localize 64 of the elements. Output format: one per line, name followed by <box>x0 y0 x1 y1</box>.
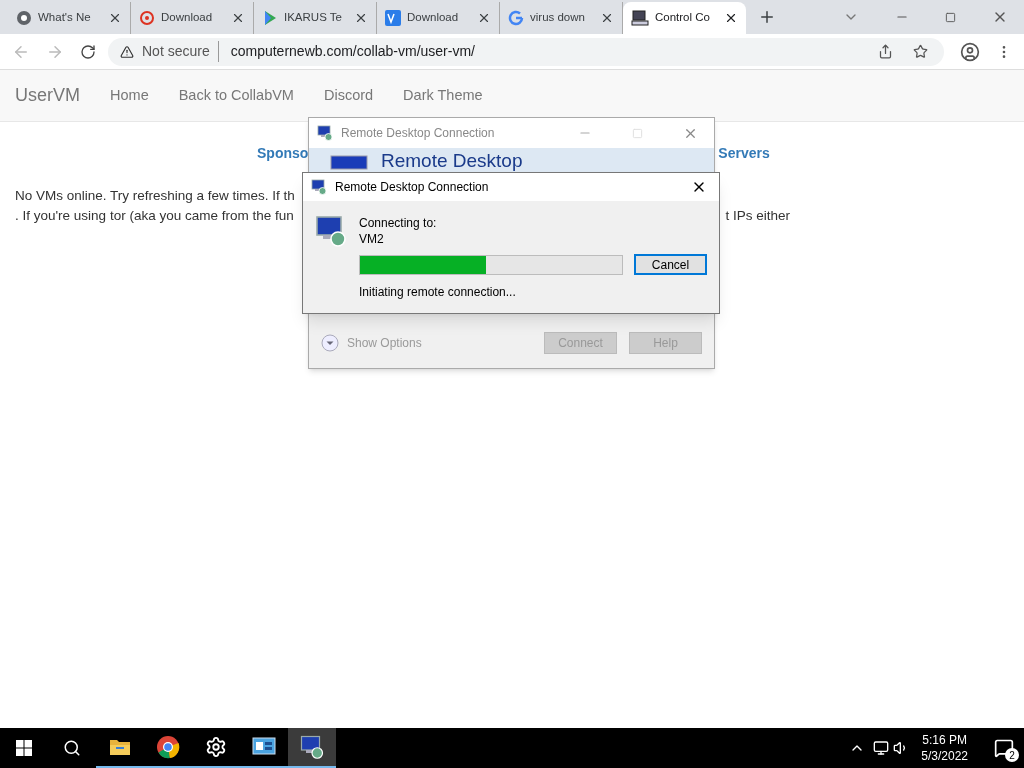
close-icon[interactable] <box>354 11 368 25</box>
taskbar-app[interactable] <box>288 728 336 768</box>
notifications-button[interactable]: 2 <box>984 728 1024 768</box>
message-text: t IPs either <box>725 207 790 225</box>
nav-link[interactable]: Back to CollabVM <box>178 84 294 107</box>
close-icon[interactable] <box>477 11 491 25</box>
close-icon[interactable] <box>724 11 738 25</box>
window-title: Remote Desktop Connection <box>341 125 496 142</box>
reload-icon[interactable] <box>80 43 96 60</box>
remote-desktop-icon <box>317 125 333 141</box>
computer-icon <box>631 10 649 26</box>
play-icon <box>262 10 278 26</box>
cancel-button[interactable]: Cancel <box>634 254 707 275</box>
connecting-label: Connecting to: <box>359 215 438 231</box>
section-heading: Servers <box>718 144 770 163</box>
share-icon[interactable] <box>878 44 893 59</box>
target-name: VM2 <box>359 231 385 247</box>
network-icon[interactable] <box>873 740 890 756</box>
windows-logo-icon <box>16 740 32 756</box>
site-brand[interactable]: UserVM <box>15 82 80 109</box>
window-title: Remote Desktop Connection <box>335 179 490 196</box>
browser-logo-icon <box>156 735 180 759</box>
close-icon[interactable] <box>108 11 122 25</box>
settings-icon <box>205 736 227 758</box>
remote-desktop-icon <box>300 735 324 759</box>
nav-link[interactable]: Dark Theme <box>403 84 483 107</box>
search-icon <box>63 739 81 757</box>
close-icon[interactable] <box>600 11 614 25</box>
tab-title: Control Co <box>655 10 710 26</box>
remote-desktop-icon <box>315 215 347 247</box>
nav-link[interactable]: Home <box>110 84 149 107</box>
new-tab-icon[interactable] <box>758 8 776 26</box>
restore-icon[interactable] <box>945 11 956 23</box>
browser-logo-icon <box>16 10 32 26</box>
expand-icon <box>321 334 339 352</box>
remote-desktop-icon <box>311 179 327 195</box>
folder-icon <box>109 738 131 756</box>
section-heading: Sponso <box>257 144 309 163</box>
app-logo-icon <box>385 10 401 26</box>
banner-title: Remote Desktop <box>381 150 523 171</box>
tab-title: Download <box>407 10 459 26</box>
message-text: No VMs online. Try refreshing a few times. If th <box>15 187 295 205</box>
control-panel-icon <box>252 737 276 757</box>
crosshair-icon <box>139 10 155 26</box>
browser-tab[interactable]: Control Co <box>623 2 746 34</box>
close-icon[interactable] <box>231 11 245 25</box>
notification-count: 2 <box>1005 748 1019 762</box>
security-label: Not secure <box>142 41 219 62</box>
nav-link[interactable]: Discord <box>323 84 374 107</box>
warning-icon <box>120 44 134 59</box>
status-text: Initiating remote connection... <box>359 284 517 301</box>
url-text: computernewb.com/collab-vm/user-vm/ <box>230 42 475 61</box>
message-text: . If you're using tor (aka you came from the fun <box>15 207 294 225</box>
tab-title: virus down <box>530 10 585 26</box>
google-icon <box>508 10 524 26</box>
profile-icon[interactable] <box>960 41 980 62</box>
clock[interactable]: 5:16 PM 5/3/2022 <box>921 732 968 764</box>
clock-date: 5/3/2022 <box>921 748 968 764</box>
tab-title: Download <box>161 10 213 26</box>
address-bar[interactable]: Not secure computernewb.com/collab-vm/user-vm/ <box>108 37 944 66</box>
tab-title: What's Ne <box>38 10 91 26</box>
tab-title: IKARUS Te <box>284 10 342 26</box>
clock-time: 5:16 PM <box>922 732 967 748</box>
bookmark-icon[interactable] <box>913 44 928 59</box>
